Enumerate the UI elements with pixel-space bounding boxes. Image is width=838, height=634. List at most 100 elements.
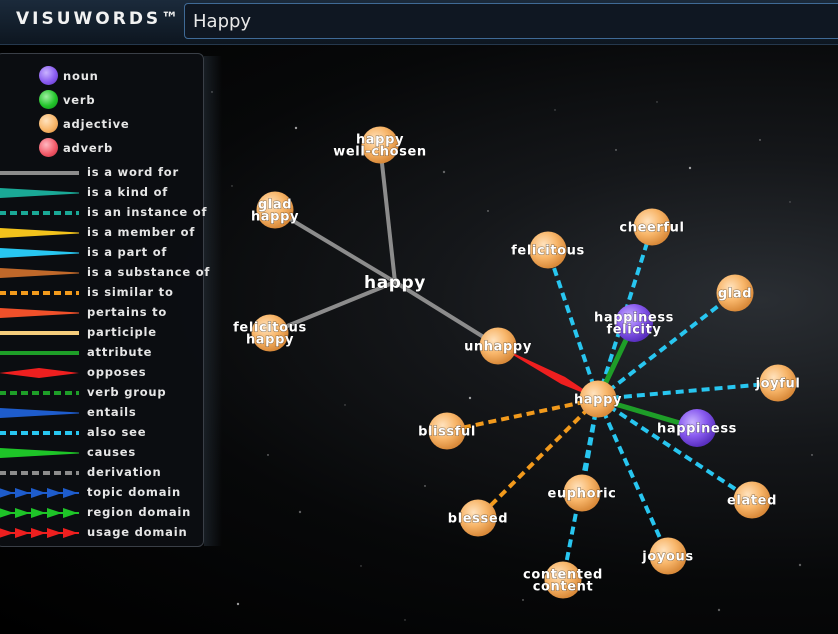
node-layer: happyhappywell-chosengladhappyfelicitous…	[233, 126, 801, 599]
legend-relation-is-a-kind-of: is a kind of	[0, 182, 201, 202]
legend-label: usage domain	[87, 525, 188, 539]
star	[360, 565, 362, 567]
legend-label: verb	[63, 93, 96, 107]
legend-relation-is-a-member-of: is a member of	[0, 222, 201, 242]
legend-relation-is-similar-to: is similar to	[0, 282, 201, 302]
node-label: cheerful	[619, 221, 684, 236]
relation-swatch	[0, 448, 79, 458]
legend-label: verb group	[87, 385, 167, 399]
visuwords-logo: VISUWORDS™	[16, 9, 182, 29]
legend-label: is a substance of	[87, 265, 211, 279]
legend-label: derivation	[87, 465, 162, 479]
word-node-happy[interactable]: happy	[364, 273, 426, 294]
legend-relation-attribute: attribute	[0, 342, 201, 362]
legend-relation-usage-domain: usage domain	[0, 522, 201, 542]
legend-label: attribute	[87, 345, 153, 359]
legend-relation-also-see: also see	[0, 422, 201, 442]
word-node-felicitous[interactable]: felicitous	[511, 231, 585, 269]
node-label: happy	[246, 333, 294, 348]
word-node-glad[interactable]: glad	[716, 274, 754, 312]
star	[344, 404, 346, 406]
star	[615, 149, 617, 151]
legend-edge-shade	[204, 56, 222, 546]
legend-label: pertains to	[87, 305, 168, 319]
node-label: felicitous	[511, 244, 585, 259]
word-node-joyous[interactable]: joyous	[641, 537, 694, 575]
legend-panel: noun verb adjective adverb is a word for is a…	[0, 53, 209, 547]
star	[656, 101, 658, 103]
star	[554, 109, 556, 111]
relation-swatch	[0, 471, 79, 475]
word-node-joyful[interactable]: joyful	[754, 364, 801, 402]
word-node-glad-happy[interactable]: gladhappy	[250, 191, 299, 229]
legend-label: is a part of	[87, 245, 168, 259]
star	[798, 563, 802, 567]
word-node-blissful[interactable]: blissful	[418, 412, 476, 450]
legend-relation-causes: causes	[0, 442, 201, 462]
node-label: unhappy	[464, 340, 532, 355]
word-node-felicitous-happy[interactable]: felicitoushappy	[233, 314, 307, 352]
word-node-happy-well-chosen[interactable]: happywell-chosen	[333, 126, 427, 164]
relation-swatch	[0, 488, 79, 498]
legend-relation-region-domain: region domain	[0, 502, 201, 522]
relation-swatch	[0, 248, 79, 258]
node-label: content	[533, 580, 594, 595]
legend-relation-pertains-to: pertains to	[0, 302, 201, 322]
visuwords-app: happy happy well-chosen glad happy felicitous…	[0, 0, 838, 634]
legend-relation-topic-domain: topic domain	[0, 482, 201, 502]
relation-swatch	[0, 308, 79, 318]
legend-relation-is-a-part-of: is a part of	[0, 242, 201, 262]
star	[789, 201, 791, 203]
relation-swatch	[0, 291, 79, 295]
node-label: elated	[727, 494, 777, 509]
legend-pos-verb: verb	[0, 89, 201, 109]
node-label: happiness	[657, 422, 737, 437]
relation-swatch	[0, 431, 79, 435]
word-node-happiness[interactable]: happiness	[656, 409, 737, 447]
star	[294, 126, 298, 130]
legend-label: noun	[63, 69, 99, 83]
word-node-euphoric[interactable]: euphoric	[547, 474, 617, 512]
relation-swatch	[0, 508, 79, 518]
edge-layer	[269, 144, 779, 581]
node-label: joyous	[641, 550, 693, 565]
node-label: blessed	[448, 512, 508, 527]
legend-relation-is-a-word-for: is a word for	[0, 162, 201, 182]
legend-pos-adverb: adverb	[0, 137, 201, 157]
star	[267, 454, 269, 456]
legend-label: participle	[87, 325, 157, 339]
adverb-color-dot	[39, 138, 58, 157]
node-label: blissful	[418, 425, 476, 440]
top-bar: VISUWORDS™	[0, 0, 838, 45]
legend-label: region domain	[87, 505, 192, 519]
relation-swatch	[0, 391, 79, 395]
word-node-contented-content[interactable]: contentedcontent	[523, 561, 603, 599]
relation-swatch	[0, 331, 79, 335]
node-label: joyful	[755, 377, 801, 392]
word-node-blessed[interactable]: blessed	[447, 499, 508, 537]
legend-label: adverb	[63, 141, 113, 155]
word-node-happiness-felicity[interactable]: happinessfelicity	[593, 304, 674, 342]
node-label: well-chosen	[333, 145, 426, 160]
relation-swatch	[0, 228, 79, 238]
relation-swatch	[0, 211, 79, 215]
legend-label: causes	[87, 445, 137, 459]
star	[487, 210, 489, 212]
legend-label: entails	[87, 405, 137, 419]
search-input[interactable]	[184, 3, 838, 39]
adjective-color-dot	[39, 114, 58, 133]
relation-swatch	[0, 351, 79, 355]
legend-label: opposes	[87, 365, 147, 379]
edge-also-see-ha-jo	[597, 381, 779, 401]
star	[424, 485, 426, 487]
word-node-happy[interactable]: happy	[573, 380, 622, 418]
legend-label: is a kind of	[87, 185, 169, 199]
legend-relation-opposes: opposes	[0, 362, 201, 382]
legend-relation-derivation: derivation	[0, 462, 201, 482]
relation-swatch	[0, 528, 79, 538]
node-label: happy	[574, 393, 622, 408]
star	[688, 166, 692, 170]
legend-relation-is-an-instance-of: is an instance of	[0, 202, 206, 222]
word-node-cheerful[interactable]: cheerful	[619, 208, 684, 246]
node-label: happy	[251, 210, 299, 225]
